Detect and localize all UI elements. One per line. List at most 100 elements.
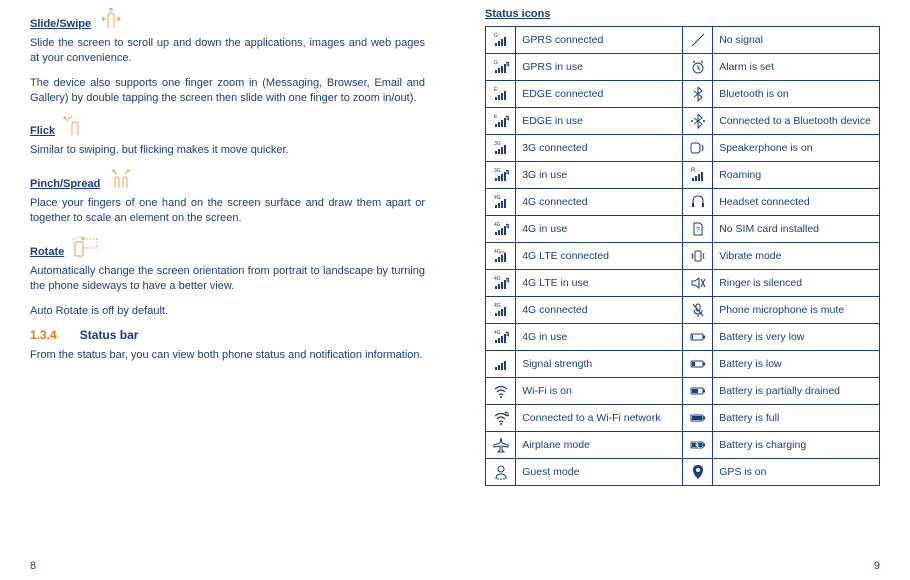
vibrate-icon — [682, 243, 712, 270]
table-row: GGPRS in useAlarm is set — [486, 54, 880, 81]
svg-text:3G: 3G — [494, 141, 501, 147]
pinch-title: Pinch/Spread — [30, 178, 100, 190]
svg-text:4G: 4G — [494, 303, 501, 309]
status-label: EDGE in use — [516, 108, 683, 135]
gps-icon — [682, 459, 712, 486]
slide-icon — [98, 8, 126, 30]
slide-p1: Slide the screen to scroll up and down t… — [30, 36, 425, 66]
no-sim-icon: ? — [682, 216, 712, 243]
no-signal-icon — [682, 27, 712, 54]
page-number-right: 9 — [874, 560, 880, 572]
status-label: Battery is full — [713, 405, 880, 432]
status-label: Connected to a Bluetooth device — [713, 108, 880, 135]
bat-low-icon — [682, 351, 712, 378]
status-label: Signal strength — [516, 351, 683, 378]
bluetooth-conn-icon — [682, 108, 712, 135]
status-label: Battery is very low — [713, 324, 880, 351]
status-label: Headset connected — [713, 189, 880, 216]
status-label: Alarm is set — [713, 54, 880, 81]
rotate-icon — [71, 236, 99, 258]
status-label: No signal — [713, 27, 880, 54]
alarm-icon — [682, 54, 712, 81]
status-label: Airplane mode — [516, 432, 683, 459]
table-row: 4G 4G LTE in use Ringer is silenced — [486, 270, 880, 297]
slide-title: Slide/Swipe — [30, 18, 91, 30]
gesture-pinch: Pinch/Spread — [30, 168, 425, 190]
section-num: 1.3.4 — [30, 328, 57, 342]
left-column: Slide/Swipe Slide the screen to scroll u… — [30, 8, 425, 486]
status-label: 4G connected — [516, 189, 683, 216]
status-label: Battery is charging — [713, 432, 880, 459]
rotate-p2: Auto Rotate is off by default. — [30, 304, 425, 319]
table-row: Signal strength Battery is low — [486, 351, 880, 378]
4g-use2-icon: 4G — [486, 324, 516, 351]
gprs-conn-icon: G — [486, 27, 516, 54]
rotate-p1: Automatically change the screen orientat… — [30, 264, 425, 294]
flick-icon — [62, 115, 90, 137]
mic-mute-icon — [682, 297, 712, 324]
table-row: Airplane mode Battery is charging — [486, 432, 880, 459]
table-row: 3G 3G connected Speakerphone is on — [486, 135, 880, 162]
section-header: 1.3.4 Status bar — [30, 328, 425, 342]
status-label: Battery is partially drained — [713, 378, 880, 405]
page-number-left: 8 — [30, 560, 36, 572]
airplane-icon — [486, 432, 516, 459]
status-label: No SIM card installed — [713, 216, 880, 243]
wifi-conn-icon — [486, 405, 516, 432]
status-label: EDGE connected — [516, 81, 683, 108]
svg-text:3G: 3G — [494, 168, 501, 174]
3g-use-icon: 3G — [486, 162, 516, 189]
status-label: 3G connected — [516, 135, 683, 162]
table-row: 4GLTE4G LTE connected Vibrate mode — [486, 243, 880, 270]
edge-conn-icon: E — [486, 81, 516, 108]
flick-title: Flick — [30, 125, 55, 137]
flick-p1: Similar to swiping, but flicking makes i… — [30, 143, 425, 158]
bat-charge-icon — [682, 432, 712, 459]
status-heading: Status icons — [485, 8, 880, 20]
svg-text:G: G — [494, 60, 498, 66]
svg-text:E: E — [494, 87, 498, 93]
bat-part-icon — [682, 378, 712, 405]
table-row: 4G4G connectedPhone microphone is mute — [486, 297, 880, 324]
status-label: 4G LTE in use — [516, 270, 683, 297]
right-column: Status icons GGPRS connectedNo signalGGP… — [485, 8, 880, 486]
table-row: EEDGE connectedBluetooth is on — [486, 81, 880, 108]
gesture-slide: Slide/Swipe — [30, 8, 425, 30]
status-table: GGPRS connectedNo signalGGPRS in useAlar… — [485, 26, 880, 486]
status-label: Phone microphone is mute — [713, 297, 880, 324]
table-row: EEDGE in useConnected to a Bluetooth dev… — [486, 108, 880, 135]
pinch-icon — [107, 168, 135, 190]
status-label: 3G in use — [516, 162, 683, 189]
4glte-conn-icon: 4GLTE — [486, 243, 516, 270]
gesture-rotate: Rotate — [30, 236, 425, 258]
silent-icon — [682, 270, 712, 297]
status-label: Ringer is silenced — [713, 270, 880, 297]
4g-use-icon: 4G — [486, 216, 516, 243]
status-label: Vibrate mode — [713, 243, 880, 270]
wifi-icon — [486, 378, 516, 405]
status-label: 4G LTE connected — [516, 243, 683, 270]
status-label: Connected to a Wi-Fi network — [516, 405, 683, 432]
status-label: Battery is low — [713, 351, 880, 378]
table-row: Guest modeGPS is on — [486, 459, 880, 486]
svg-text:4G: 4G — [494, 276, 501, 282]
pinch-p1: Place your fingers of one hand on the sc… — [30, 196, 425, 226]
headset-icon — [682, 189, 712, 216]
3g-conn-icon: 3G — [486, 135, 516, 162]
table-row: 4G4G in useBattery is very low — [486, 324, 880, 351]
svg-text:4G: 4G — [494, 330, 501, 336]
speaker-icon — [682, 135, 712, 162]
status-label: Speakerphone is on — [713, 135, 880, 162]
signal-icon — [486, 351, 516, 378]
section-p1: From the status bar, you can view both p… — [30, 348, 425, 363]
status-label: Wi-Fi is on — [516, 378, 683, 405]
table-row: 4G4G in use?No SIM card installed — [486, 216, 880, 243]
4g-conn2-icon: 4G — [486, 297, 516, 324]
status-label: 4G in use — [516, 216, 683, 243]
4glte-use-icon: 4G — [486, 270, 516, 297]
table-row: Wi-Fi is on Battery is partially drained — [486, 378, 880, 405]
table-row: 3G3G in useRRoaming — [486, 162, 880, 189]
status-label: GPS is on — [713, 459, 880, 486]
table-row: 4G4G connectedHeadset connected — [486, 189, 880, 216]
table-row: Connected to a Wi-Fi network Battery is f… — [486, 405, 880, 432]
